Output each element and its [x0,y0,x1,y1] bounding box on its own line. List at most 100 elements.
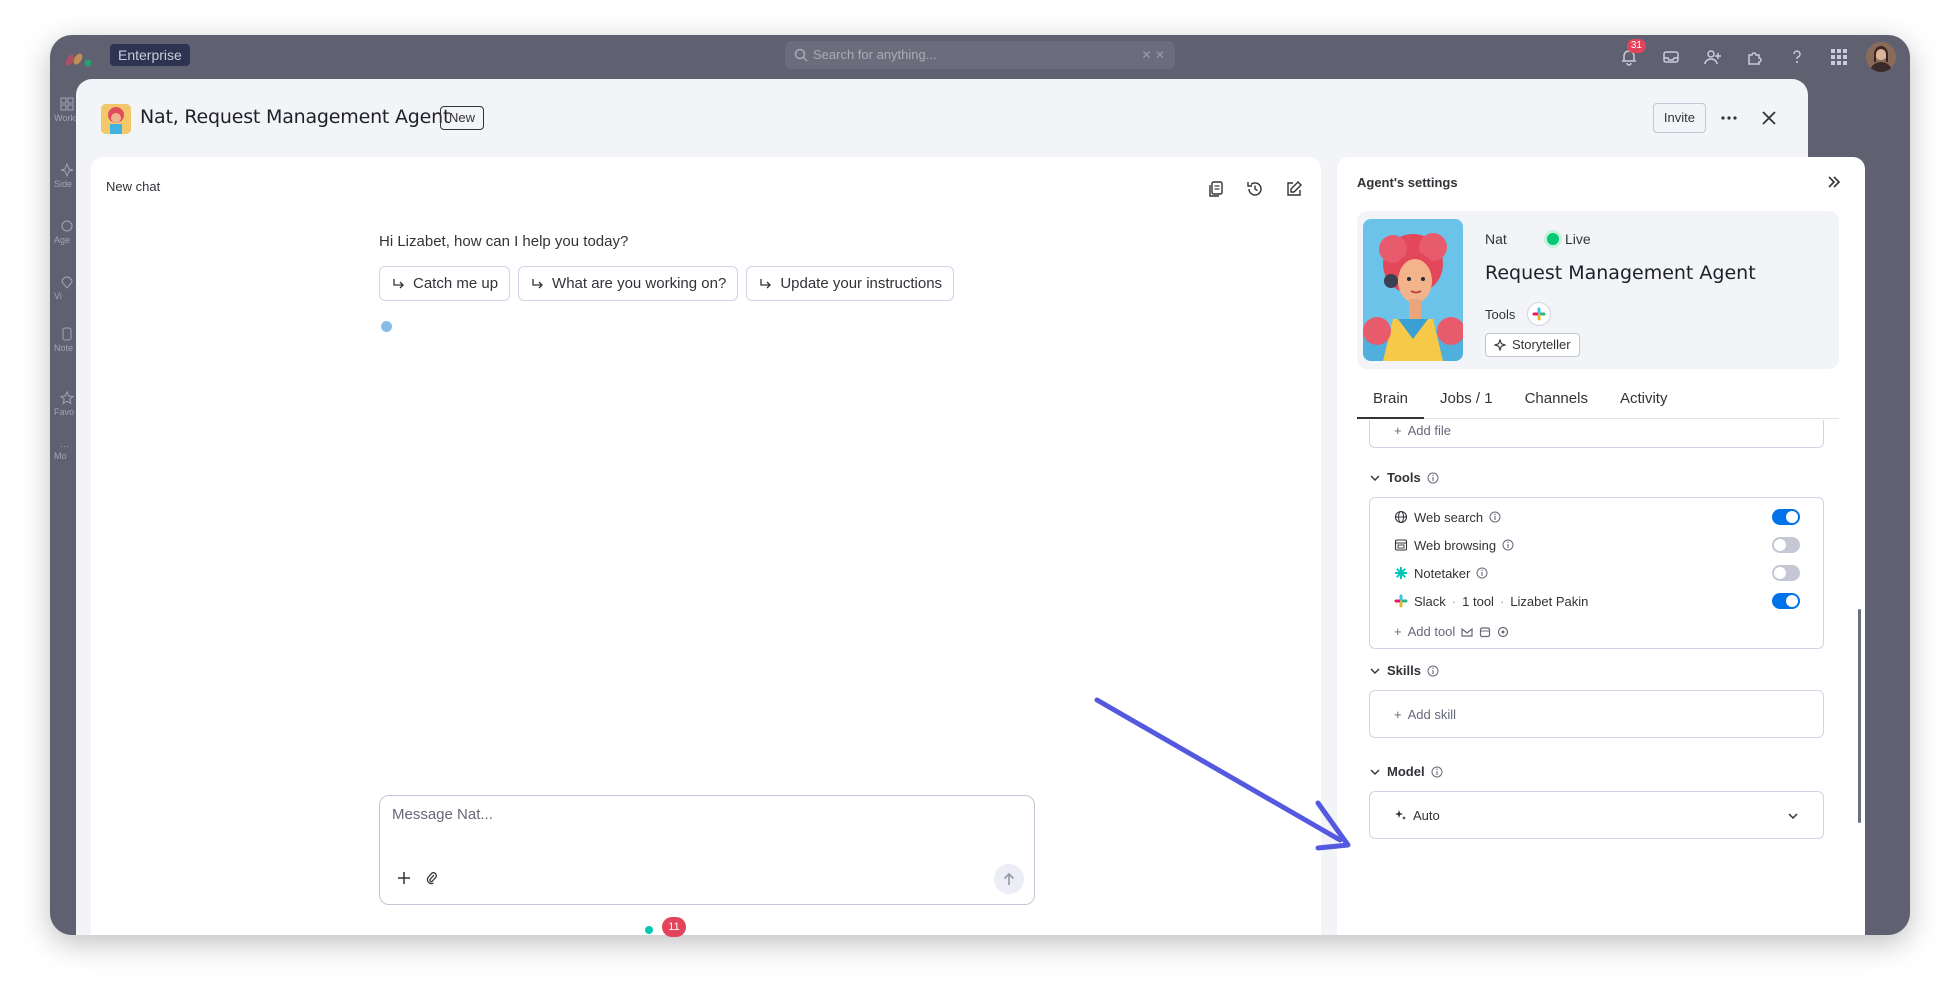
double-chevron-right-icon [1828,176,1841,188]
slack-toggle[interactable] [1772,593,1800,609]
agent-tool-slack[interactable] [1527,302,1551,326]
info-icon[interactable] [1489,511,1501,523]
close-modal-button[interactable] [1754,103,1784,133]
globe-icon [1394,510,1408,524]
inbox-button[interactable] [1650,39,1692,75]
info-icon[interactable] [1427,665,1439,677]
add-skill-label: Add skill [1407,707,1457,722]
rail-item-workspace[interactable]: Works [50,97,79,123]
sidekick-launcher-icon[interactable] [645,926,653,934]
composer-attach-button[interactable] [422,868,442,888]
chat-actions [1200,173,1309,204]
ai-sparkle-icon [1395,810,1406,820]
rail-item-agents[interactable]: Age [50,219,76,245]
separator-dot: · [1499,593,1505,609]
notetaker-toggle[interactable] [1772,565,1800,581]
rail-item-vibe[interactable]: Vi [50,275,76,301]
global-search[interactable]: Search for anything... ✕ ✕ [785,41,1175,69]
add-file-button[interactable]: + Add file [1394,423,1451,438]
web-browsing-toggle[interactable] [1772,537,1800,553]
info-icon[interactable] [1431,766,1443,778]
chat-history-button[interactable] [1239,173,1270,204]
rail-item-sidekick[interactable]: Side [50,162,76,189]
info-icon[interactable] [1502,539,1514,551]
tab-channels[interactable]: Channels [1509,381,1604,418]
tool-row-web-search: Web search [1394,505,1800,529]
add-skill-button[interactable]: + Add skill [1394,707,1456,722]
agent-short-name: Nat [1485,231,1507,247]
copy-chat-button[interactable] [1200,173,1231,204]
suggestion-what-are-you-working-on[interactable]: What are you working on? [518,266,739,301]
send-button[interactable] [994,864,1024,894]
user-avatar[interactable] [1866,42,1896,72]
composer-add-button[interactable] [394,868,414,888]
info-icon[interactable] [1427,472,1439,484]
model-value: Auto [1413,808,1440,823]
gmail-icon [1461,627,1473,637]
star-icon [59,390,75,405]
notifications-button[interactable]: 31 [1608,39,1650,75]
tab-jobs[interactable]: Jobs / 1 [1424,381,1509,418]
rail-label: Favo [54,407,75,417]
message-input[interactable] [392,806,1012,823]
suggestion-label: What are you working on? [552,275,727,292]
model-section-header[interactable]: Model [1369,764,1443,779]
suggestion-catch-me-up[interactable]: Catch me up [379,266,511,301]
tool-name: Web search [1414,509,1484,525]
tool-name: Notetaker [1414,565,1471,581]
copy-icon [1208,180,1223,197]
slack-icon [1394,594,1408,608]
reply-arrow-icon [532,278,543,288]
workspace-icon [60,97,74,111]
rail-item-more[interactable]: ··· Mo [50,441,76,461]
model-selected-value: Auto [1394,808,1440,823]
typing-indicator [381,321,392,332]
help-button[interactable] [1776,39,1818,75]
skills-section-header[interactable]: Skills [1369,663,1439,678]
add-tool-button[interactable]: + Add tool [1394,624,1509,639]
add-person-icon [1704,50,1721,65]
left-rail: Works Side Age Vi Note Favo ··· Mo [50,79,79,935]
arrow-up-icon [1003,872,1015,885]
settings-scrollbar[interactable] [1858,609,1861,823]
rail-label: Vi [54,291,62,301]
history-icon [1246,181,1262,196]
help-icon [1793,50,1801,63]
rail-item-notetaker[interactable]: Note [50,327,76,353]
agent-profile-card: Nat Live Request Management Agent Tools … [1357,211,1839,369]
top-bar: Enterprise Search for anything... ✕ ✕ 31 [50,35,1910,79]
live-status-label: Live [1565,231,1591,247]
tool-name: Web browsing [1414,537,1497,553]
invite-members-button[interactable] [1692,39,1734,75]
agent-greeting: Hi Lizabet, how can I help you today? [379,233,629,250]
info-icon[interactable] [1476,567,1488,579]
collapse-settings-button[interactable] [1821,169,1847,195]
chevron-down-icon [1370,668,1380,674]
tab-brain[interactable]: Brain [1357,381,1425,419]
invite-button[interactable]: Invite [1652,103,1706,133]
separator-dot: · [1451,593,1457,609]
agent-portrait [1363,219,1463,361]
persona-label: Storyteller [1512,337,1571,352]
model-section-title: Model [1387,764,1425,779]
suggestion-update-instructions[interactable]: Update your instructions [746,266,955,301]
apps-button[interactable] [1734,39,1776,75]
app-switcher-button[interactable] [1818,39,1860,75]
puzzle-icon [1748,52,1762,65]
tab-activity[interactable]: Activity [1604,381,1684,418]
rail-item-favorites[interactable]: Favo [50,390,76,417]
persona-chip[interactable]: Storyteller [1485,333,1580,357]
tools-section-header[interactable]: Tools [1369,470,1439,485]
more-options-button[interactable] [1714,103,1744,133]
more-horizontal-icon [1721,116,1737,120]
sparkle-icon [1494,339,1506,351]
model-select[interactable]: Auto [1369,791,1824,839]
agents-icon [61,220,73,232]
rail-label: Age [54,235,71,245]
rail-label: Note [54,343,74,353]
clear-search-icon[interactable]: ✕ ✕ [1142,41,1165,69]
web-search-toggle[interactable] [1772,509,1800,525]
new-chat-button[interactable] [1278,173,1309,204]
chevron-down-icon [1370,475,1380,481]
rail-label: Mo [54,451,67,461]
